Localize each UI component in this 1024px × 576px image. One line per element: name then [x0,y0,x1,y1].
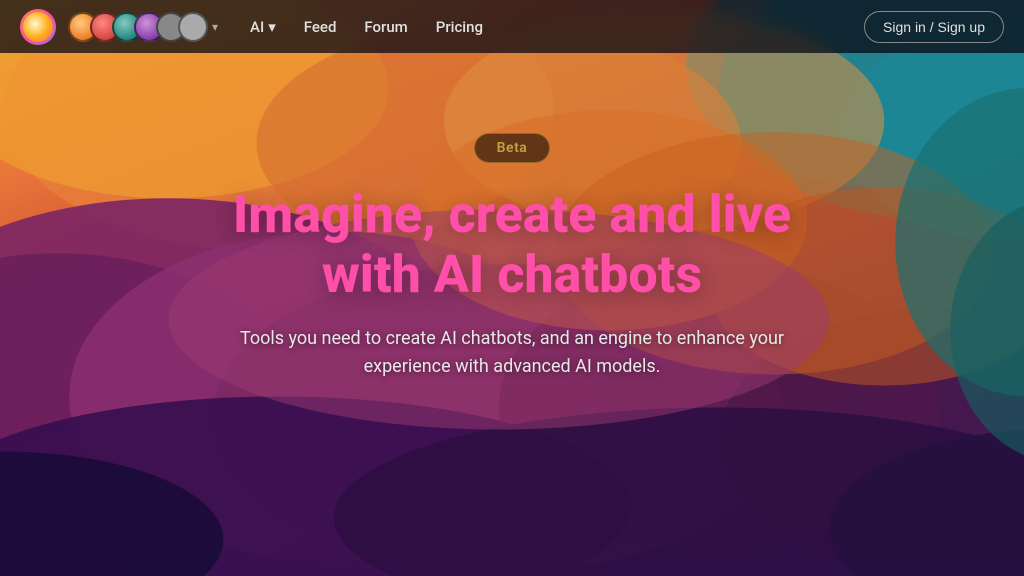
nav-links: AI ▾ Feed Forum Pricing [250,18,483,36]
nav-pricing-label: Pricing [436,18,483,36]
hero-section: Beta Imagine, create and live with AI ch… [0,53,1024,576]
hero-title-line1: Imagine, create and live [233,184,791,245]
navbar: ▾ AI ▾ Feed Forum Pricing Sign in / Sign… [0,0,1024,53]
navbar-left: ▾ AI ▾ Feed Forum Pricing [20,9,483,45]
ai-dropdown-icon: ▾ [268,18,276,36]
logo[interactable] [20,9,56,45]
hero-title: Imagine, create and live with AI chatbot… [233,185,791,305]
navbar-right: Sign in / Sign up [864,11,1004,43]
nav-link-forum[interactable]: Forum [364,18,407,36]
logo-icon [23,12,53,42]
nav-feed-label: Feed [304,18,337,36]
sign-in-button[interactable]: Sign in / Sign up [864,11,1004,43]
avatar-dropdown-icon[interactable]: ▾ [212,20,218,34]
beta-badge: Beta [474,133,551,163]
nav-forum-label: Forum [364,18,407,36]
avatar-group: ▾ [68,12,218,42]
hero-title-line2: with AI chatbots [322,244,702,305]
nav-link-pricing[interactable]: Pricing [436,18,483,36]
hero-subtitle: Tools you need to create AI chatbots, an… [212,325,812,383]
avatar-6 [178,12,208,42]
nav-ai-label: AI [250,18,264,36]
nav-link-feed[interactable]: Feed [304,18,337,36]
nav-link-ai[interactable]: AI ▾ [250,18,276,36]
